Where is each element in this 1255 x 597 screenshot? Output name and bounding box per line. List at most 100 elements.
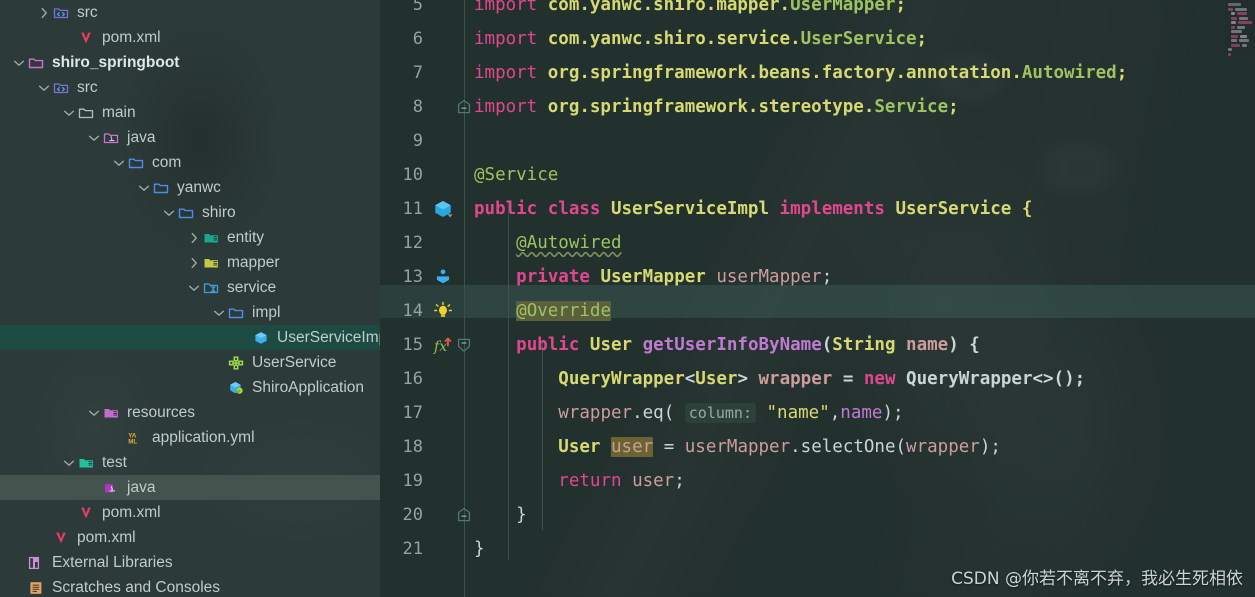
tree-row-shiro[interactable]: shiro — [0, 200, 380, 225]
tree-row-userservice[interactable]: UserService — [0, 350, 380, 375]
tree-row-java[interactable]: java — [0, 125, 380, 150]
code-line-18[interactable]: User user = userMapper.selectOne(wrapper… — [474, 430, 1001, 464]
code-line-20[interactable]: } — [474, 498, 527, 532]
gutter-line-12[interactable]: 12 — [380, 226, 465, 260]
intention-bulb-icon[interactable] — [423, 294, 459, 328]
project-tool-window[interactable]: src pom.xml shiro_springboot src main java com… — [0, 0, 380, 597]
tree-row-shiro-springboot[interactable]: shiro_springboot — [0, 50, 380, 75]
code-token: , — [829, 403, 841, 423]
tree-row-test[interactable]: test — [0, 450, 380, 475]
gutter-line-21[interactable]: 21 — [380, 532, 465, 566]
code-line-10[interactable]: @Service — [474, 158, 558, 192]
chevron-down-icon[interactable] — [62, 450, 76, 475]
tree-row-pom-xml[interactable]: pom.xml — [0, 525, 380, 550]
gutter-line-6[interactable]: 6 — [380, 22, 465, 56]
code-line-8[interactable]: import org.springframework.stereotype.Se… — [474, 90, 959, 124]
tree-row-service[interactable]: service — [0, 275, 380, 300]
gutter-line-18[interactable]: 18 — [380, 430, 465, 464]
code-token: "name" — [755, 403, 830, 423]
gutter-line-7[interactable]: 7 — [380, 56, 465, 90]
code-token: import — [474, 0, 538, 15]
chevron-right-icon[interactable] — [37, 0, 51, 25]
java-class-gutter-icon[interactable] — [423, 192, 459, 226]
chevron-down-icon[interactable] — [12, 50, 26, 75]
chevron-right-icon[interactable] — [187, 225, 201, 250]
tree-row-userserviceimpl[interactable]: UserServiceImpl — [0, 325, 380, 350]
gutter-line-11[interactable]: 11 — [380, 192, 465, 226]
gutter-line-15[interactable]: 15 fx — [380, 328, 465, 362]
code-token: } — [474, 539, 485, 559]
code-token: return — [558, 471, 633, 491]
tree-row-entity[interactable]: entity — [0, 225, 380, 250]
chevron-down-icon[interactable] — [187, 275, 201, 300]
package-folder-icon — [226, 300, 246, 325]
chevron-down-icon[interactable] — [162, 200, 176, 225]
tree-row-impl[interactable]: impl — [0, 300, 380, 325]
code-line-16[interactable]: QueryWrapper<User> wrapper = new QueryWr… — [474, 362, 1085, 396]
code-token: } — [474, 505, 527, 525]
gutter-line-17[interactable]: 17 — [380, 396, 465, 430]
chevron-down-icon[interactable] — [112, 150, 126, 175]
tree-row-main[interactable]: main — [0, 100, 380, 125]
tree-row-label: entity — [227, 229, 265, 246]
gutter-line-9[interactable]: 9 — [380, 124, 465, 158]
java-sources-icon — [101, 125, 121, 150]
fold-expand-icon[interactable] — [456, 506, 472, 524]
tree-row-com[interactable]: com — [0, 150, 380, 175]
chevron-down-icon[interactable] — [62, 100, 76, 125]
tree-row-pom-xml[interactable]: pom.xml — [0, 25, 380, 50]
tree-row-src[interactable]: src — [0, 0, 380, 25]
code-line-7[interactable]: import org.springframework.beans.factory… — [474, 56, 1127, 90]
tree-row-label: application.yml — [152, 429, 255, 446]
chevron-down-icon[interactable] — [212, 300, 226, 325]
code-minimap[interactable] — [1225, 0, 1255, 57]
code-editor[interactable]: 5 6 7 8 9 10 11 12 13 14 15 fx 16 17 18 19 20 21 import c… — [380, 0, 1255, 597]
gutter-line-5[interactable]: 5 — [380, 0, 465, 22]
code-token: new — [863, 369, 907, 389]
tree-row-yanwc[interactable]: yanwc — [0, 175, 380, 200]
autowired-bean-gutter-icon[interactable] — [423, 260, 459, 294]
gutter-icon-placeholder — [423, 362, 459, 396]
tree-row-application-yml[interactable]: YA ML application.yml — [0, 425, 380, 450]
code-line-5[interactable]: import com.yanwc.shiro.mapper.UserMapper… — [474, 0, 906, 22]
tree-row-resources[interactable]: resources — [0, 400, 380, 425]
tree-row-mapper[interactable]: mapper — [0, 250, 380, 275]
code-line-19[interactable]: return user; — [474, 464, 684, 498]
tree-row-label: impl — [252, 304, 281, 321]
code-token: @Autowired — [516, 233, 622, 253]
gutter-line-13[interactable]: 13 — [380, 260, 465, 294]
fold-collapse-icon[interactable] — [456, 336, 472, 354]
chevron-down-icon[interactable] — [137, 175, 151, 200]
code-line-12[interactable]: @Autowired — [474, 226, 622, 260]
gutter-line-16[interactable]: 16 — [380, 362, 465, 396]
chevron-down-icon[interactable] — [37, 75, 51, 100]
code-line-17[interactable]: wrapper.eq( column: "name",name); — [474, 396, 904, 430]
gutter-line-19[interactable]: 19 — [380, 464, 465, 498]
code-line-21[interactable]: } — [474, 532, 485, 566]
chevron-down-icon[interactable] — [87, 125, 101, 150]
tree-row-external-libraries[interactable]: External Libraries — [0, 550, 380, 575]
editor-gutter[interactable]: 5 6 7 8 9 10 11 12 13 14 15 fx 16 17 18 19 20 21 — [380, 0, 465, 597]
code-line-13[interactable]: private UserMapper userMapper; — [474, 260, 832, 294]
overriding-method-gutter-icon[interactable]: fx — [423, 328, 459, 362]
tree-row-java[interactable]: java — [0, 475, 380, 500]
gutter-line-14[interactable]: 14 — [380, 294, 465, 328]
tree-row-src[interactable]: src — [0, 75, 380, 100]
gutter-line-20[interactable]: 20 — [380, 498, 465, 532]
tree-row-pom-xml[interactable]: pom.xml — [0, 500, 380, 525]
minimap-segment — [1228, 52, 1231, 56]
code-line-14[interactable]: @Override — [474, 294, 611, 328]
code-token: import — [474, 97, 538, 117]
chevron-down-icon[interactable] — [87, 400, 101, 425]
code-line-11[interactable]: public class UserServiceImpl implements … — [474, 192, 1032, 226]
tree-row-shiroapplication[interactable]: ShiroApplication — [0, 375, 380, 400]
code-line-15[interactable]: public User getUserInfoByName(String nam… — [474, 328, 980, 362]
fold-region-icon[interactable] — [456, 98, 472, 116]
gutter-line-10[interactable]: 10 — [380, 158, 465, 192]
tree-row-scratches-and-consoles[interactable]: Scratches and Consoles — [0, 575, 380, 597]
gutter-line-8[interactable]: 8 — [380, 90, 465, 124]
chevron-right-icon[interactable] — [187, 250, 201, 275]
project-tree[interactable]: src pom.xml shiro_springboot src main java com… — [0, 0, 380, 597]
code-line-6[interactable]: import com.yanwc.shiro.service.UserServi… — [474, 22, 927, 56]
